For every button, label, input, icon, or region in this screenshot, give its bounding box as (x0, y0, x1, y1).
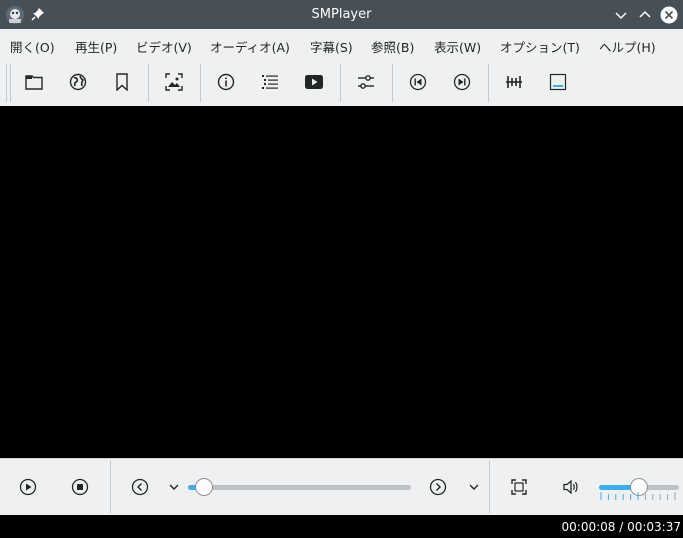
menu-browse[interactable]: 参照(B) (371, 37, 414, 56)
seek-handle[interactable] (194, 478, 213, 496)
menu-help[interactable]: ヘルプ(H) (599, 37, 656, 56)
toolbar-separator (488, 64, 489, 102)
previous-button[interactable] (406, 70, 430, 94)
fullscreen-button[interactable] (507, 475, 531, 499)
minimize-button[interactable] (612, 6, 630, 24)
rewind-menu-button[interactable] (164, 475, 184, 499)
volume-track (599, 478, 679, 496)
info-icon (217, 73, 235, 91)
menu-view[interactable]: 表示(W) (434, 37, 481, 56)
playlist-icon (262, 75, 278, 89)
toolbar-handle[interactable] (6, 64, 11, 102)
chevron-down-icon (169, 484, 179, 490)
toolbar-separator (200, 64, 201, 102)
screenshot-button[interactable] (162, 70, 186, 94)
preferences-button[interactable] (354, 70, 378, 94)
status-bar: 00:00:08 / 00:03:37 (0, 515, 683, 538)
open-url-button[interactable] (66, 70, 90, 94)
next-icon (453, 73, 471, 91)
stop-button[interactable] (68, 475, 92, 499)
playlist-button[interactable] (258, 70, 282, 94)
globe-icon (69, 73, 87, 91)
time-display: 00:00:08 / 00:03:37 (561, 520, 681, 534)
speaker-icon (563, 479, 578, 495)
folder-icon (25, 75, 43, 90)
equalizer-icon (358, 75, 374, 89)
control-bar (0, 458, 683, 516)
forward-icon (429, 478, 447, 496)
close-button[interactable] (660, 6, 678, 24)
info-button[interactable] (214, 70, 238, 94)
screenshot-icon (165, 73, 183, 91)
forward-button[interactable] (426, 475, 450, 499)
menu-video[interactable]: ビデオ(V) (136, 37, 192, 56)
bookmark-button[interactable] (110, 70, 134, 94)
toolbar-separator (392, 64, 393, 102)
menu-play[interactable]: 再生(P) (75, 37, 117, 56)
rewind-button[interactable] (128, 475, 152, 499)
previous-icon (409, 73, 427, 91)
menu-bar: 開く(O) 再生(P) ビデオ(V) オーディオ(A) 字幕(S) 参照(B) … (0, 29, 683, 59)
menu-open[interactable]: 開く(O) (10, 37, 55, 56)
stop-icon (71, 478, 89, 496)
subtitles-button[interactable] (546, 70, 570, 94)
title-bar: SMPlayer (0, 0, 683, 29)
subtitles-icon (549, 73, 567, 91)
main-toolbar (0, 59, 683, 106)
mute-button[interactable] (559, 475, 583, 499)
seek-slider[interactable] (188, 478, 411, 496)
rewind-icon (131, 478, 149, 496)
menu-subtitles[interactable]: 字幕(S) (310, 37, 353, 56)
toolbar-separator (340, 64, 341, 102)
audio-equalizer-icon (506, 76, 522, 88)
play-icon (19, 478, 37, 496)
menu-audio[interactable]: オーディオ(A) (210, 37, 290, 56)
forward-menu-button[interactable] (464, 475, 484, 499)
chevron-down-icon (469, 484, 479, 490)
toolbar-separator (148, 64, 149, 102)
window-title: SMPlayer (311, 7, 372, 22)
volume-slider[interactable] (599, 478, 679, 507)
play-button[interactable] (16, 475, 40, 499)
open-file-button[interactable] (22, 70, 46, 94)
fullscreen-icon (511, 479, 527, 495)
control-separator (489, 461, 490, 513)
volume-ticks (600, 492, 676, 500)
maximize-button[interactable] (636, 6, 654, 24)
control-separator (110, 461, 111, 513)
next-button[interactable] (450, 70, 474, 94)
audio-equalizer-button[interactable] (502, 70, 526, 94)
youtube-button[interactable] (302, 70, 326, 94)
menu-options[interactable]: オプション(T) (500, 37, 580, 56)
bookmark-icon (116, 73, 128, 91)
video-area[interactable] (0, 106, 683, 458)
youtube-icon (305, 75, 323, 89)
